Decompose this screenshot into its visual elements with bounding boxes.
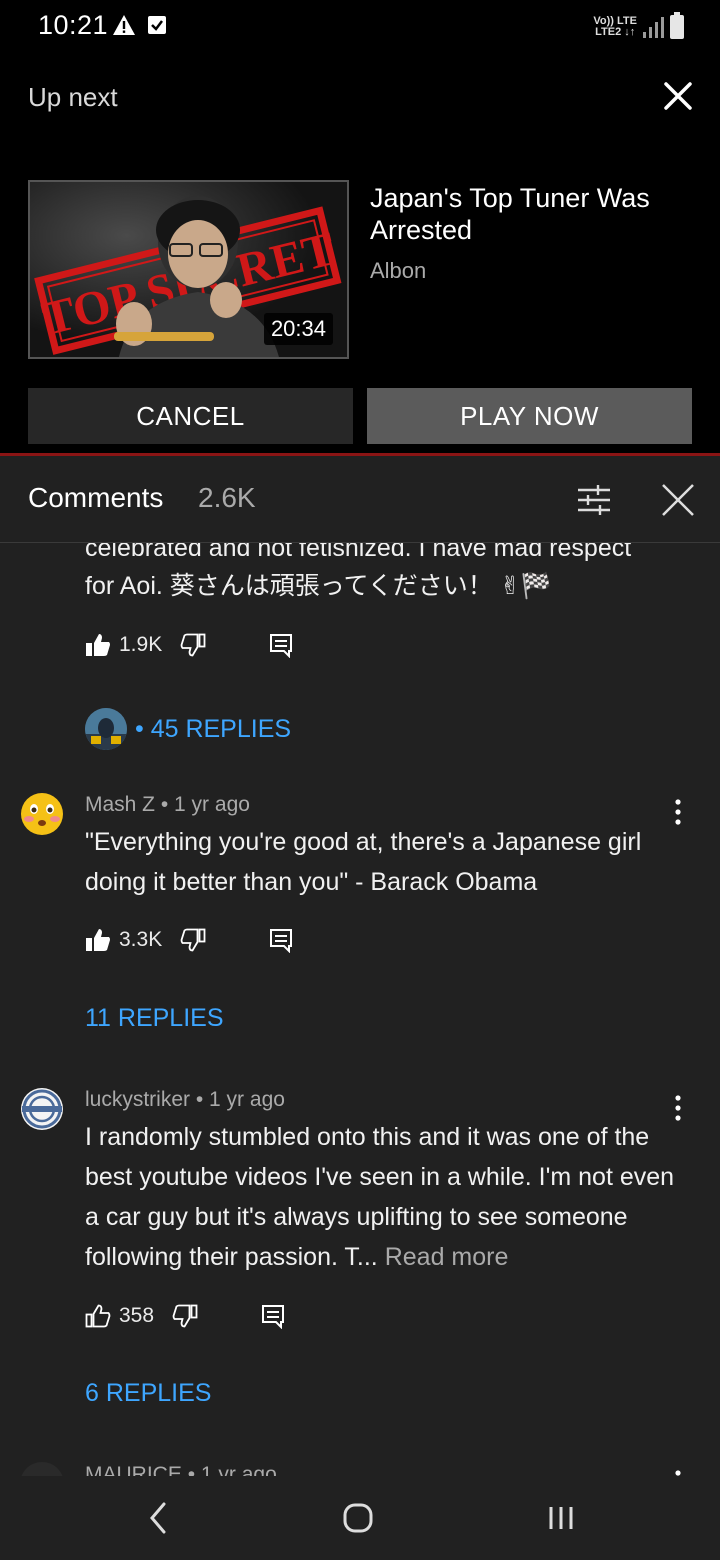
- checkbox-notification-icon: [148, 16, 166, 34]
- comment-actions: 358: [85, 1301, 286, 1331]
- signal-strength-icon: [643, 16, 664, 38]
- like-icon[interactable]: [85, 1303, 111, 1329]
- close-comments-icon[interactable]: [660, 482, 696, 518]
- comment-meta: luckystriker • 1 yr ago: [85, 1088, 285, 1112]
- battery-icon: [670, 12, 684, 39]
- replies-link[interactable]: • 45 REPLIES: [135, 715, 291, 744]
- comment-actions: 3.3K: [85, 925, 294, 955]
- comment-body: I randomly stumbled onto this and it was…: [85, 1123, 675, 1271]
- sort-filter-icon[interactable]: [576, 482, 612, 518]
- read-more-link[interactable]: Read more: [385, 1243, 509, 1271]
- avatar[interactable]: [20, 792, 64, 836]
- avatar[interactable]: [20, 1087, 64, 1131]
- more-options-icon[interactable]: [668, 795, 688, 829]
- meta-separator: •: [195, 1088, 210, 1111]
- comment-time: 1 yr ago: [209, 1088, 285, 1111]
- comment-meta: MAURICE • 1 yr ago: [85, 1463, 277, 1476]
- up-next-panel: Up next TOP SECRET 20:34 Japan's Top Tun…: [0, 54, 720, 454]
- home-icon[interactable]: [342, 1502, 374, 1534]
- dislike-icon[interactable]: [180, 927, 206, 953]
- replier-avatar: [85, 708, 127, 750]
- comment-time: 1 yr ago: [200, 1463, 277, 1476]
- comments-title: Comments: [28, 482, 164, 513]
- up-next-label: Up next: [28, 82, 118, 112]
- comment-author[interactable]: luckystriker: [85, 1088, 190, 1111]
- avatar[interactable]: [20, 1462, 64, 1476]
- like-count: 1.9K: [119, 633, 163, 656]
- comment-actions: 1.9K: [85, 630, 294, 660]
- like-count: 3.3K: [119, 928, 163, 951]
- comment-text: "Everything you're good at, there's a Ja…: [85, 828, 642, 896]
- channel-name: Albon: [370, 258, 427, 283]
- system-navigation-bar: [0, 1476, 720, 1560]
- warning-icon: [113, 15, 135, 35]
- video-title[interactable]: Japan's Top Tuner Was Arrested: [370, 182, 690, 246]
- replies-link[interactable]: 6 REPLIES: [85, 1379, 211, 1408]
- play-now-button[interactable]: PLAY NOW: [367, 388, 692, 444]
- reply-icon[interactable]: [268, 632, 294, 658]
- network-type: Vo)) LTE LTE2 ↓↑: [593, 15, 637, 38]
- recent-apps-icon[interactable]: [546, 1504, 576, 1532]
- reply-icon[interactable]: [268, 927, 294, 953]
- dislike-icon[interactable]: [172, 1303, 198, 1329]
- dislike-icon[interactable]: [180, 632, 206, 658]
- replies-row[interactable]: • 45 REPLIES: [85, 708, 291, 750]
- comment-time: 1 yr ago: [174, 793, 250, 816]
- like-count: 358: [119, 1304, 155, 1327]
- video-thumbnail[interactable]: TOP SECRET 20:34: [28, 180, 349, 359]
- video-duration: 20:34: [263, 313, 333, 345]
- comment-text: for Aoi. 葵さんは頑張ってください！ ✌🏁: [85, 572, 552, 600]
- status-bar: 10:21 Vo)) LTE LTE2 ↓↑: [0, 0, 720, 54]
- like-icon[interactable]: [85, 927, 111, 953]
- comments-header: Comments 2.6K: [0, 456, 720, 543]
- replies-link[interactable]: 11 REPLIES: [85, 1004, 224, 1033]
- comment-meta: Mash Z • 1 yr ago: [85, 793, 250, 817]
- comment-author[interactable]: MAURICE: [85, 1463, 182, 1476]
- meta-separator: •: [160, 793, 175, 816]
- status-indicators: Vo)) LTE LTE2 ↓↑: [593, 12, 684, 42]
- comment-author[interactable]: Mash Z: [85, 793, 155, 816]
- reply-icon[interactable]: [260, 1303, 286, 1329]
- status-time: 10:21: [38, 10, 109, 40]
- comments-count: 2.6K: [198, 482, 256, 513]
- more-options-icon[interactable]: [668, 1466, 688, 1476]
- back-icon[interactable]: [144, 1500, 172, 1536]
- like-icon[interactable]: [85, 632, 111, 658]
- meta-separator: •: [187, 1463, 201, 1476]
- comment-text: I randomly stumbled onto this and it was…: [85, 1117, 675, 1277]
- comments-panel: Comments 2.6K celebrated and not fetishi…: [0, 456, 720, 1476]
- cancel-button[interactable]: CANCEL: [28, 388, 353, 444]
- close-icon[interactable]: [660, 78, 696, 114]
